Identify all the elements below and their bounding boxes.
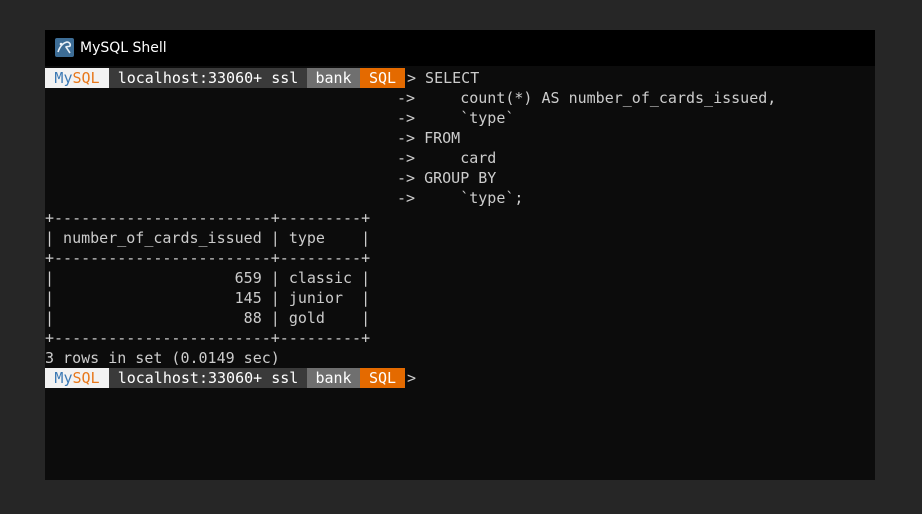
prompt-mode-segment: SQL (360, 68, 405, 88)
table-border: +------------------------+---------+ (45, 329, 371, 347)
table-row: | 145 | junior | (45, 289, 371, 307)
window-title: MySQL Shell (80, 40, 167, 56)
table-header: | number_of_cards_issued | type | (45, 229, 371, 247)
query-line: -> FROM (397, 129, 461, 147)
table-border: +------------------------+---------+ (45, 209, 371, 227)
query-line: > SELECT (407, 69, 480, 87)
query-line: -> GROUP BY (397, 169, 497, 187)
result-summary: 3 rows in set (0.0149 sec) (45, 349, 280, 367)
table-border: +------------------------+---------+ (45, 249, 371, 267)
prompt-mode-segment: SQL (360, 368, 405, 388)
prompt-schema-segment: bank (307, 368, 360, 388)
query-line: -> `type`; (397, 189, 524, 207)
terminal-area[interactable]: MySQL localhost:33060+ ssl bank SQL > SE… (45, 68, 875, 478)
mysql-shell-icon (55, 38, 74, 57)
prompt-host-segment: localhost:33060+ ssl (109, 368, 307, 388)
query-line: -> `type` (397, 109, 515, 127)
shell-prompt[interactable]: MySQL localhost:33060+ ssl bank SQL > (45, 368, 416, 388)
query-line: -> count(*) AS number_of_cards_issued, (397, 89, 777, 107)
prompt-schema-segment: bank (307, 68, 360, 88)
title-bar[interactable]: MySQL Shell (45, 30, 875, 66)
table-row: | 88 | gold | (45, 309, 371, 327)
mysql-shell-window: MySQL Shell MySQL localhost:33060+ ssl b… (45, 30, 875, 480)
prompt-product-segment: MySQL (45, 68, 109, 88)
prompt-product-segment: MySQL (45, 368, 109, 388)
shell-prompt: MySQL localhost:33060+ ssl bank SQL (45, 68, 405, 88)
prompt-arrow: > (407, 369, 417, 387)
prompt-host-segment: localhost:33060+ ssl (109, 68, 307, 88)
table-row: | 659 | classic | (45, 269, 371, 287)
query-line: -> card (397, 149, 497, 167)
